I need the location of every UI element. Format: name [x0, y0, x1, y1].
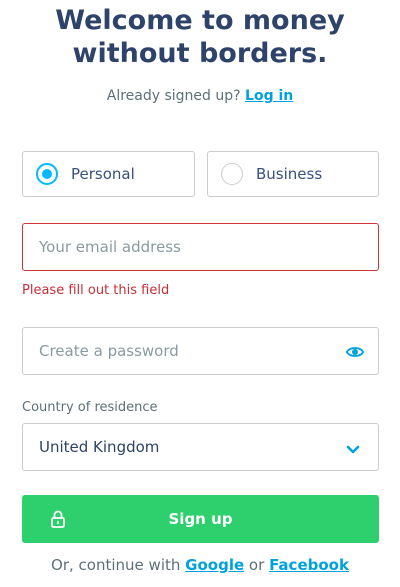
- email-error-message: Please fill out this field: [22, 283, 170, 298]
- country-value: United Kingdom: [39, 438, 160, 456]
- radio-unchecked-icon[interactable]: [221, 163, 243, 185]
- lock-icon: [51, 510, 65, 532]
- facebook-link[interactable]: Facebook: [269, 556, 349, 574]
- password-field[interactable]: Create a password: [22, 327, 379, 375]
- signup-button[interactable]: Sign up: [22, 495, 379, 543]
- page-title: Welcome to money without borders.: [0, 4, 400, 70]
- email-field[interactable]: Your email address: [22, 223, 379, 271]
- email-placeholder: Your email address: [39, 238, 181, 256]
- google-link[interactable]: Google: [185, 556, 244, 574]
- social-prefix: Or, continue with: [51, 556, 181, 574]
- eye-icon[interactable]: [345, 343, 365, 365]
- password-placeholder: Create a password: [39, 342, 179, 360]
- signup-label: Sign up: [168, 510, 233, 528]
- social-login-row: Or, continue with Google or Facebook: [0, 556, 400, 574]
- radio-checked-icon[interactable]: [36, 163, 58, 185]
- business-label: Business: [256, 165, 323, 183]
- signed-up-prompt: Already signed up? Log in: [0, 88, 400, 104]
- social-or: or: [248, 556, 265, 574]
- title-line-2: without borders.: [72, 38, 328, 69]
- country-label: Country of residence: [22, 400, 158, 415]
- country-select[interactable]: United Kingdom: [22, 423, 379, 471]
- signed-up-text: Already signed up?: [106, 88, 241, 104]
- chevron-down-icon: [346, 441, 360, 459]
- account-type-business[interactable]: Business: [207, 151, 379, 197]
- title-line-1: Welcome to money: [55, 5, 345, 36]
- account-type-personal[interactable]: Personal: [22, 151, 195, 197]
- personal-label: Personal: [71, 165, 135, 183]
- login-link[interactable]: Log in: [245, 88, 293, 104]
